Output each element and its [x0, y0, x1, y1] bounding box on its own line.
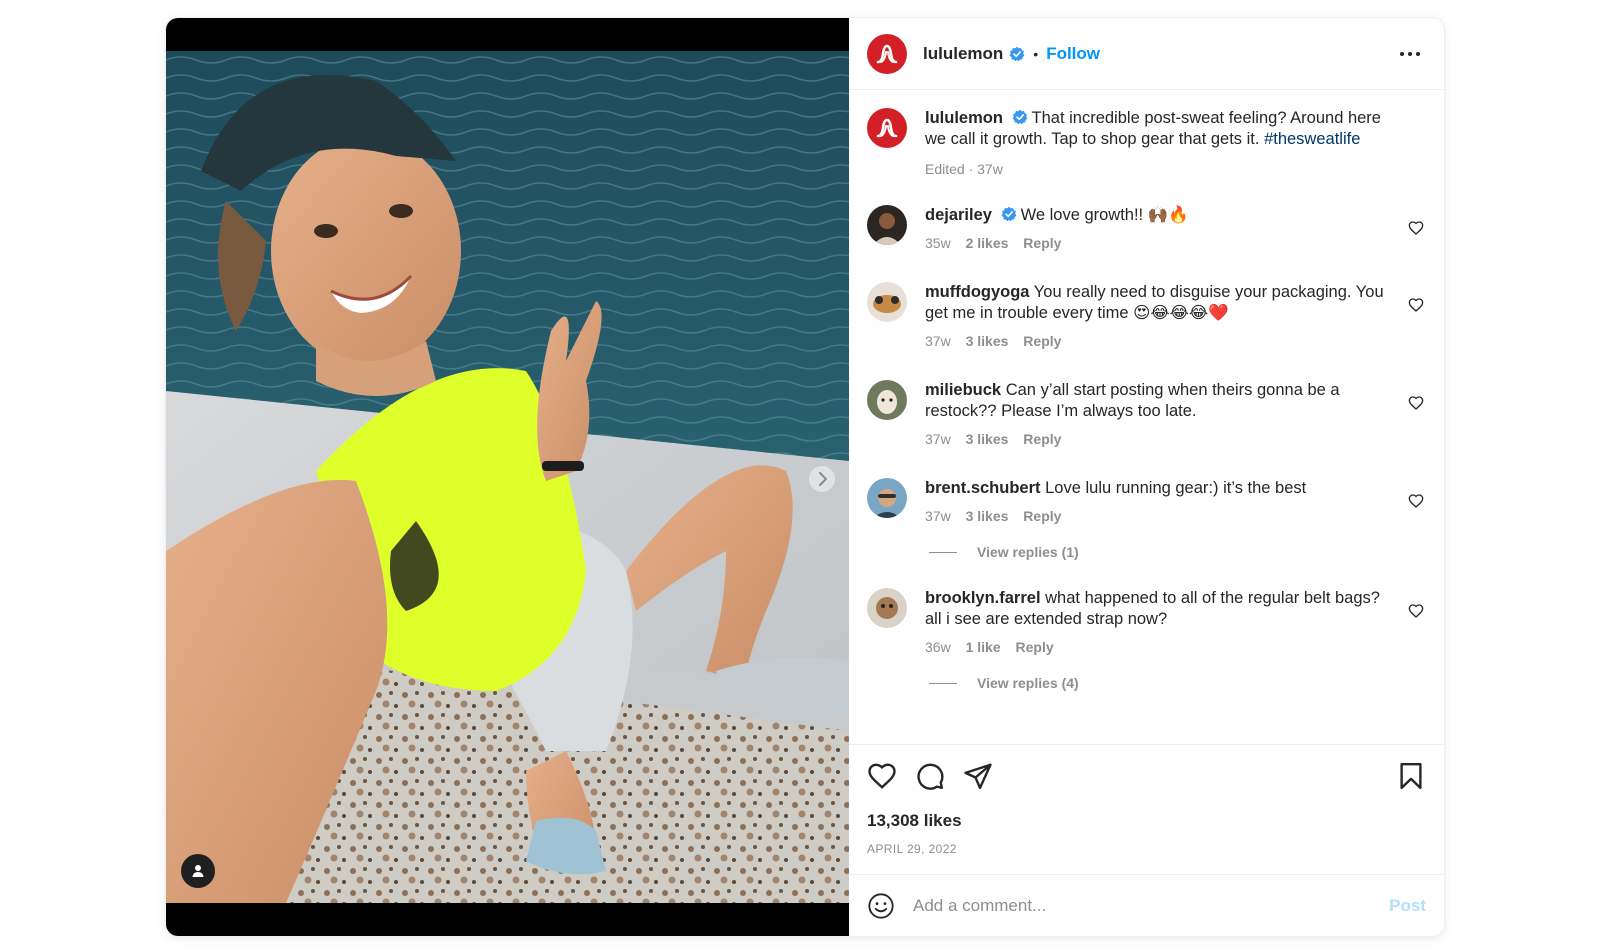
user-tag-icon[interactable] — [181, 854, 215, 888]
comment-likes[interactable]: 2 likes — [966, 235, 1009, 251]
heart-icon[interactable] — [867, 761, 897, 791]
view-replies-button[interactable]: View replies (1) — [929, 544, 1426, 560]
share-icon[interactable] — [963, 761, 993, 791]
comment-username[interactable]: brooklyn.farrel — [925, 589, 1041, 607]
comment-likes[interactable]: 3 likes — [966, 508, 1009, 524]
comment-username[interactable]: muffdogyoga — [925, 283, 1030, 301]
verified-badge-icon — [1012, 109, 1027, 125]
caption: lululemon That incredible post-sweat fee… — [867, 108, 1426, 180]
commenter-avatar[interactable] — [867, 478, 907, 518]
verified-badge-icon — [1009, 46, 1025, 61]
comment-likes[interactable]: 1 like — [966, 639, 1001, 655]
emoji-icon[interactable] — [867, 892, 895, 920]
comment: miliebuck Can y’all start posting when t… — [867, 380, 1426, 450]
author-avatar[interactable] — [867, 33, 907, 74]
chevron-right-icon[interactable] — [808, 465, 836, 493]
comment-age: 37w — [925, 431, 951, 447]
comment-input[interactable] — [913, 895, 1390, 916]
comment: brooklyn.farrel what happened to all of … — [867, 588, 1426, 658]
view-replies-button[interactable]: View replies (4) — [929, 675, 1426, 691]
lululemon-logo-icon — [876, 118, 898, 138]
comments-list[interactable]: lululemon That incredible post-sweat fee… — [849, 90, 1444, 744]
comment-username[interactable]: dejariley — [925, 206, 992, 224]
view-replies-label: View replies (4) — [977, 675, 1079, 691]
reply-button[interactable]: Reply — [1023, 333, 1061, 349]
comment-age: 37w — [925, 508, 951, 524]
reply-button[interactable]: Reply — [1023, 508, 1061, 524]
commenter-avatar[interactable] — [867, 588, 907, 628]
caption-hashtag[interactable]: #thesweatlife — [1264, 130, 1360, 148]
comment-age: 35w — [925, 235, 951, 251]
comment-heart-icon[interactable] — [1408, 395, 1424, 411]
commenter-avatar[interactable] — [867, 205, 907, 245]
comment-age: 36w — [925, 639, 951, 655]
post-header: lululemon • Follow — [849, 18, 1444, 90]
caption-meta: Edited · 37w — [925, 161, 1003, 177]
comment-heart-icon[interactable] — [1408, 220, 1424, 236]
author-avatar-small[interactable] — [867, 108, 907, 148]
author-username[interactable]: lululemon — [923, 44, 1003, 64]
post-actions: 13,308 likes APRIL 29, 2022 — [849, 744, 1444, 874]
post-card: lululemon • Follow lululemon That incred… — [166, 18, 1444, 936]
comment-heart-icon[interactable] — [1408, 603, 1424, 619]
comment-heart-icon[interactable] — [1408, 493, 1424, 509]
likes-count[interactable]: 13,308 likes — [867, 811, 1426, 831]
more-icon[interactable] — [1394, 46, 1426, 62]
post-panel: lululemon • Follow lululemon That incred… — [849, 18, 1444, 936]
comment: muffdogyoga You really need to disguise … — [867, 282, 1426, 352]
commenter-avatar[interactable] — [867, 380, 907, 420]
post-photo — [166, 51, 849, 903]
reply-button[interactable]: Reply — [1016, 639, 1054, 655]
verified-badge-icon — [1001, 206, 1016, 222]
comment-likes[interactable]: 3 likes — [966, 333, 1009, 349]
follow-button[interactable]: Follow — [1046, 44, 1100, 64]
action-bar — [867, 757, 1426, 795]
reply-button[interactable]: Reply — [1023, 431, 1061, 447]
comment-username[interactable]: miliebuck — [925, 381, 1001, 399]
separator-dot: • — [1033, 45, 1039, 62]
comment-likes[interactable]: 3 likes — [966, 431, 1009, 447]
comment-text: We love growth!! 🙌🏾🔥 — [1020, 206, 1189, 224]
replies-line — [929, 551, 957, 553]
post-date: APRIL 29, 2022 — [867, 842, 957, 856]
commenter-avatar[interactable] — [867, 282, 907, 322]
comment-composer: Post — [849, 874, 1444, 936]
post-media[interactable] — [166, 18, 849, 936]
comment-icon[interactable] — [915, 761, 945, 791]
view-replies-label: View replies (1) — [977, 544, 1079, 560]
comment-heart-icon[interactable] — [1408, 297, 1424, 313]
comment-username[interactable]: brent.schubert — [925, 479, 1041, 497]
reply-button[interactable]: Reply — [1023, 235, 1061, 251]
replies-line — [929, 682, 957, 684]
comment-age: 37w — [925, 333, 951, 349]
comment-text: Love lulu running gear:) it’s the best — [1045, 479, 1307, 497]
caption-username[interactable]: lululemon — [925, 109, 1003, 127]
comment: brent.schubert Love lulu running gear:) … — [867, 478, 1426, 527]
bookmark-icon[interactable] — [1396, 761, 1426, 791]
lululemon-logo-icon — [876, 44, 898, 63]
comment: dejariley We love growth!! 🙌🏾🔥 35w 2 lik… — [867, 205, 1426, 254]
post-comment-button[interactable]: Post — [1389, 896, 1426, 916]
